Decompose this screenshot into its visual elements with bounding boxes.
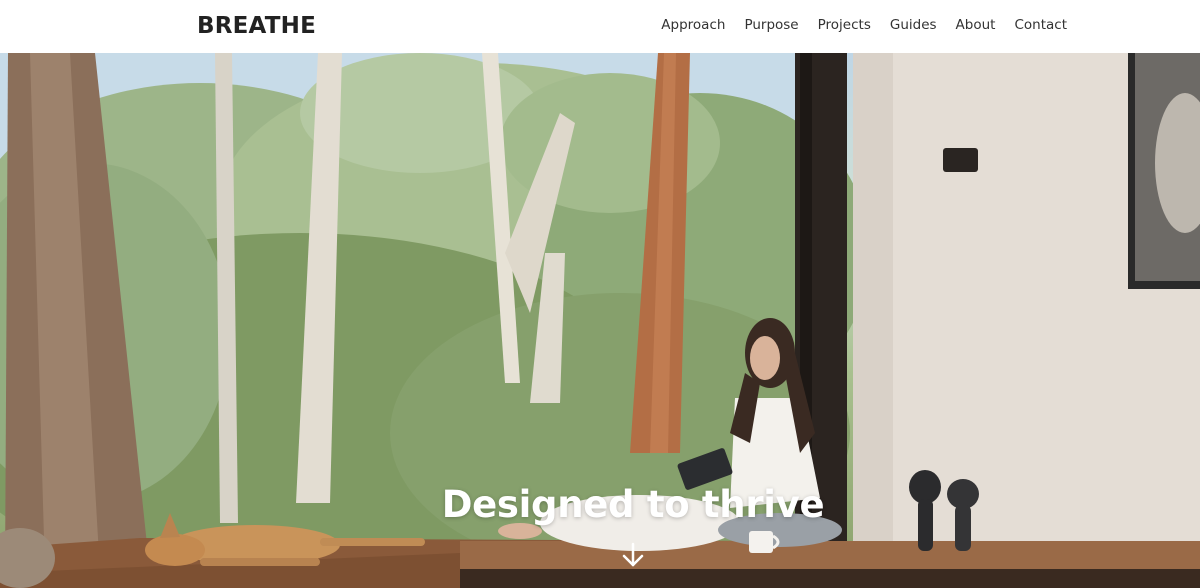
hero-headline: Designed to thrive — [441, 483, 825, 526]
main-nav: Approach Purpose Projects Guides About C… — [661, 17, 1067, 33]
nav-approach[interactable]: Approach — [661, 17, 725, 33]
nav-contact[interactable]: Contact — [1014, 17, 1067, 33]
site-header: BREATHE Approach Purpose Projects Guides… — [0, 0, 1200, 53]
nav-projects[interactable]: Projects — [818, 17, 871, 33]
nav-about[interactable]: About — [956, 17, 996, 33]
hero-section: Designed to thrive — [0, 53, 1200, 588]
arrow-down-icon[interactable] — [620, 541, 646, 569]
nav-purpose[interactable]: Purpose — [744, 17, 798, 33]
nav-guides[interactable]: Guides — [890, 17, 937, 33]
site-logo[interactable]: BREATHE — [197, 13, 316, 39]
